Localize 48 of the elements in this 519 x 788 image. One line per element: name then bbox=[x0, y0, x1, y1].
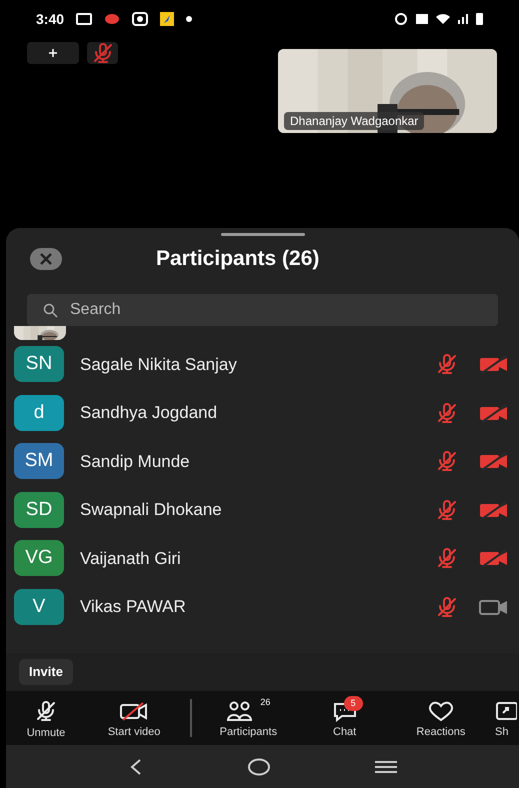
status-time: 3:40 bbox=[36, 10, 64, 28]
avatar: d bbox=[14, 394, 64, 431]
close-icon bbox=[40, 253, 52, 265]
share-icon bbox=[495, 700, 517, 722]
video-off-icon bbox=[119, 700, 150, 722]
avatar: SM bbox=[14, 443, 64, 480]
avatar: VG bbox=[14, 540, 64, 576]
search-input[interactable]: Search bbox=[70, 298, 482, 322]
participant-count: 26 bbox=[260, 696, 270, 709]
people-icon bbox=[226, 700, 254, 722]
invite-button[interactable]: Invite bbox=[19, 659, 73, 685]
participant-name: Vikas PAWAR bbox=[80, 596, 187, 618]
mic-off-icon bbox=[34, 698, 58, 723]
toolbar-button[interactable]: Reactions bbox=[392, 692, 489, 744]
battery-icon bbox=[476, 13, 483, 25]
participant-name: Sagale Nikita Sanjay bbox=[80, 354, 238, 376]
close-button[interactable] bbox=[30, 248, 62, 270]
toolbar-button[interactable]: Unmute bbox=[6, 690, 86, 746]
participant-name-label: Dhananjay Wadgaonkar bbox=[284, 112, 424, 130]
participant-name: Vaijanath Giri bbox=[80, 548, 182, 570]
participant-name: Sandhya Jogdand bbox=[80, 402, 218, 424]
avatar: V bbox=[14, 588, 64, 625]
toolbar-button[interactable]: Start video bbox=[86, 692, 182, 744]
app-icon bbox=[104, 13, 120, 25]
search-icon bbox=[43, 302, 58, 318]
toolbar-button[interactable]: Sh bbox=[489, 692, 519, 744]
wifi-icon bbox=[436, 14, 450, 24]
participant-name: Swapnali Dhokane bbox=[80, 499, 223, 521]
participant-name: Sandip Munde bbox=[80, 450, 191, 472]
home-icon[interactable] bbox=[248, 758, 270, 776]
app-icon bbox=[160, 12, 174, 26]
unread-badge: 5 bbox=[344, 696, 363, 711]
signal-icon bbox=[458, 14, 468, 24]
dot-icon bbox=[186, 16, 192, 22]
mail-icon bbox=[76, 13, 92, 25]
switch-camera-button[interactable] bbox=[27, 42, 79, 64]
target-icon bbox=[132, 12, 148, 26]
back-icon[interactable] bbox=[128, 758, 142, 776]
search-field[interactable]: Search bbox=[27, 294, 498, 326]
avatar: SN bbox=[14, 346, 64, 382]
mute-button[interactable] bbox=[87, 42, 118, 64]
panel-title: Participants (26) bbox=[156, 246, 320, 272]
menu-icon[interactable] bbox=[374, 760, 396, 774]
alarm-icon bbox=[394, 12, 408, 26]
avatar: SD bbox=[14, 492, 64, 528]
network-icon bbox=[416, 14, 428, 24]
toolbar-button[interactable]: 5 Chat bbox=[296, 692, 393, 744]
toolbar-button[interactable]: 26 Participants bbox=[200, 692, 296, 744]
